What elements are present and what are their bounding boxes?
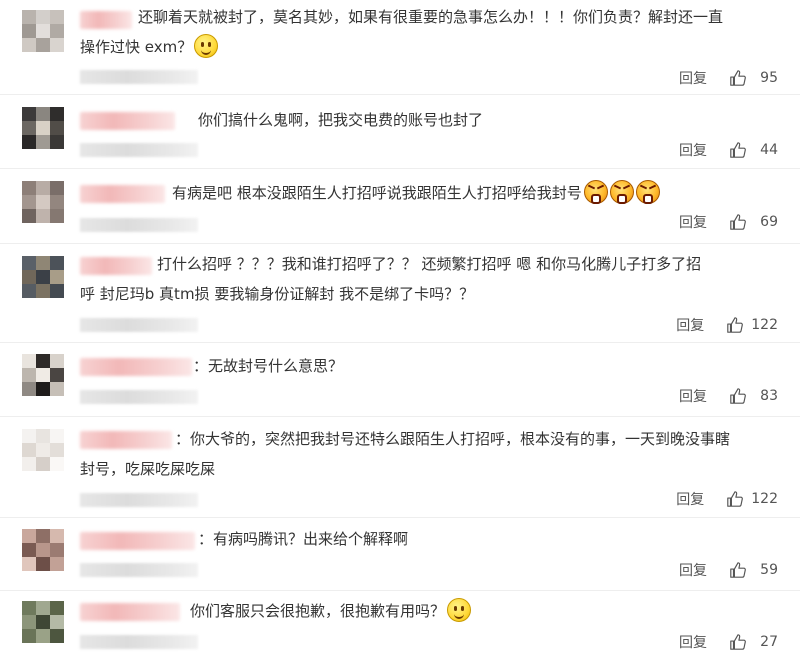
comment-item: ：无故封号什么意思？ 回复 83 [0,343,800,417]
timestamp-blurred [80,70,198,84]
like-button[interactable]: 59 [729,561,778,579]
timestamp-blurred [80,390,198,404]
reply-button[interactable]: 回复 [679,140,707,160]
reply-button[interactable]: 回复 [679,212,707,232]
timestamp-blurred [80,143,198,157]
like-button[interactable]: 83 [729,387,778,405]
avatar[interactable] [22,354,64,396]
comment-item: 还聊着天就被封了，莫名其妙，如果有很重要的急事怎么办！！！你们负责？解封还一直 … [0,0,800,95]
username-blurred[interactable] [80,603,180,621]
comment-item: 有病是吧 根本没跟陌生人打招呼说我跟陌生人打招呼给我封号 回复 69 [0,169,800,244]
comment-line: 打什么招呼 ？？？我和谁打招呼了？？ 还频繁打招呼 嗯 和你马化腾儿子打多了招 [157,255,702,273]
comment-actions: 回复 122 [676,489,778,509]
comment-actions: 回复 95 [679,68,778,88]
smile-emoji-icon [447,598,472,622]
comment-actions: 回复 44 [679,140,778,160]
angry-emoji-icon [583,180,608,204]
comment-item: 你们搞什么鬼啊，把我交电费的账号也封了 回复 44 [0,95,800,169]
like-count: 69 [760,214,778,230]
thumbs-up-icon [727,491,744,507]
comment-text-cont: 呼 封尼玛b 真tm损 要我输身份证解封 我不是绑了卡吗？？ [80,281,474,307]
username-blurred[interactable] [80,358,192,376]
comment-actions: 回复 27 [679,632,778,652]
timestamp-blurred [80,218,198,232]
comment-line: 有病是吧 根本没跟陌生人打招呼说我跟陌生人打招呼给我封号 [172,184,582,202]
comment-text: 你们搞什么鬼啊，把我交电费的账号也封了 [198,107,483,133]
like-button[interactable]: 95 [729,69,778,87]
reply-button[interactable]: 回复 [679,68,707,88]
thumbs-up-icon [730,214,746,230]
username-blurred[interactable] [80,112,175,130]
comment-line: 还聊着天就被封了，莫名其妙，如果有很重要的急事怎么办！！！你们负责？解封还一直 [138,8,724,26]
angry-emoji-icon [635,180,660,204]
like-button[interactable]: 122 [726,316,778,334]
avatar[interactable] [22,10,64,52]
avatar[interactable] [22,601,64,643]
like-button[interactable]: 122 [726,490,778,508]
comment-item: 打什么招呼 ？？？我和谁打招呼了？？ 还频繁打招呼 嗯 和你马化腾儿子打多了招 … [0,244,800,343]
reply-button[interactable]: 回复 [679,386,707,406]
comment-line: ：你大爷的，突然把我封号还特么跟陌生人打招呼，根本没有的事，一天到晚没事瞎 [175,430,731,448]
comment-text-cont: 操作过快 exm？ [80,34,219,60]
thumbs-up-icon [730,634,746,650]
comment-text-cont: 封号，吃屎吃屎吃屎 [80,456,215,482]
avatar[interactable] [22,107,64,149]
thumbs-up-icon [730,70,746,86]
username-blurred[interactable] [80,185,165,203]
like-button[interactable]: 69 [729,213,778,231]
reply-button[interactable]: 回复 [676,315,704,335]
comment-item: 你们客服只会很抱歉，很抱歉有用吗？ 回复 27 [0,591,800,667]
reply-button[interactable]: 回复 [679,632,707,652]
username-blurred[interactable] [80,11,132,29]
comment-text: ：你大爷的，突然把我封号还特么跟陌生人打招呼，根本没有的事，一天到晚没事瞎 [175,426,730,452]
reply-button[interactable]: 回复 [679,560,707,580]
angry-emoji-icon [609,180,634,204]
comment-line: ：有病吗腾讯？出来给个解释啊 [198,530,409,548]
comment-text: 有病是吧 根本没跟陌生人打招呼说我跟陌生人打招呼给我封号 [172,180,660,206]
comment-item: ：你大爷的，突然把我封号还特么跟陌生人打招呼，根本没有的事，一天到晚没事瞎 封号… [0,417,800,518]
avatar[interactable] [22,256,64,298]
thumbs-up-icon [727,317,744,333]
comment-line: 封号，吃屎吃屎吃屎 [80,460,216,478]
like-button[interactable]: 44 [729,141,778,159]
comment-actions: 回复 59 [679,560,778,580]
comment-line: ：无故封号什么意思？ [193,357,344,375]
like-count: 122 [751,317,778,333]
comment-actions: 回复 122 [676,315,778,335]
thumbs-up-icon [730,562,746,578]
comment-actions: 回复 83 [679,386,778,406]
comment-item: ：有病吗腾讯？出来给个解释啊 回复 59 [0,518,800,591]
comment-text: 还聊着天就被封了，莫名其妙，如果有很重要的急事怎么办！！！你们负责？解封还一直 [138,4,723,30]
timestamp-blurred [80,635,198,649]
like-count: 83 [760,388,778,404]
avatar[interactable] [22,181,64,223]
avatar[interactable] [22,429,64,471]
comment-line: 你们客服只会很抱歉，很抱歉有用吗？ [190,602,446,620]
like-count: 59 [760,562,778,578]
comment-actions: 回复 69 [679,212,778,232]
timestamp-blurred [80,563,198,577]
username-blurred[interactable] [80,532,195,550]
comment-line: 呼 封尼玛b 真tm损 要我输身份证解封 我不是绑了卡吗？？ [80,285,475,303]
like-count: 95 [760,70,778,86]
username-blurred[interactable] [80,257,152,275]
timestamp-blurred [80,318,198,332]
comment-line: 操作过快 exm？ [80,38,193,56]
timestamp-blurred [80,493,198,507]
avatar[interactable] [22,529,64,571]
comment-text: ：无故封号什么意思？ [193,353,343,379]
thumbs-up-icon [730,388,746,404]
comment-text: 打什么招呼 ？？？我和谁打招呼了？？ 还频繁打招呼 嗯 和你马化腾儿子打多了招 [157,251,701,277]
like-count: 27 [760,634,778,650]
thumbs-up-icon [730,142,746,158]
comment-text: 你们客服只会很抱歉，很抱歉有用吗？ [190,598,472,624]
like-button[interactable]: 27 [729,633,778,651]
smile-emoji-icon [194,34,219,58]
like-count: 44 [760,142,778,158]
reply-button[interactable]: 回复 [676,489,704,509]
like-count: 122 [751,491,778,507]
username-blurred[interactable] [80,431,172,449]
comment-text: ：有病吗腾讯？出来给个解释啊 [198,526,408,552]
comment-line: 你们搞什么鬼啊，把我交电费的账号也封了 [198,111,484,129]
